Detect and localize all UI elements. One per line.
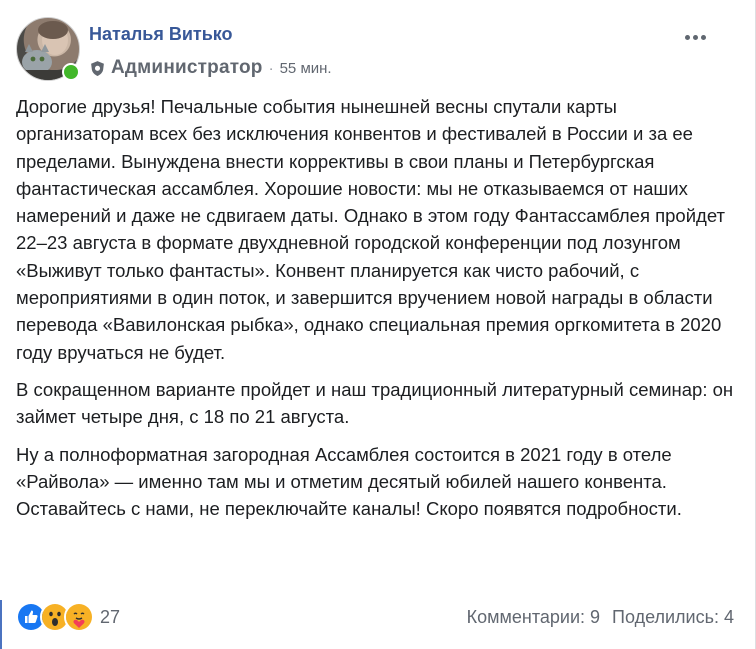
left-accent [0, 600, 2, 649]
post-body: Дорогие друзья! Печальные события нынешн… [16, 93, 734, 532]
ellipsis-icon [701, 35, 706, 40]
post-paragraph: Ну а полноформатная загородная Ассамблея… [16, 443, 682, 520]
post-paragraph: В сокращенном варианте пройдет и наш тра… [16, 378, 734, 428]
gear-shield-icon [91, 60, 104, 76]
post-meta: Администратор · 55 мин. [89, 56, 332, 80]
post-timestamp[interactable]: 55 мин. [280, 60, 332, 77]
online-status-dot [62, 63, 80, 81]
post-paragraph: Дорогие друзья! Печальные события нынешн… [16, 96, 725, 363]
ellipsis-icon [685, 35, 690, 40]
post-header: Наталья Витько Администратор · 55 мин. [16, 17, 736, 81]
more-options-button[interactable] [681, 31, 710, 44]
ellipsis-icon [693, 35, 698, 40]
reactions-summary[interactable]: 27 [16, 602, 120, 632]
author-name[interactable]: Наталья Витько [89, 24, 233, 45]
comments-count-link[interactable]: Комментарии: 9 [467, 607, 600, 628]
shares-count-link[interactable]: Поделились: 4 [612, 607, 734, 628]
care-icon [64, 602, 94, 632]
post-footer: 27 Комментарии: 9 Поделились: 4 [16, 600, 734, 634]
author-role: Администратор [111, 57, 263, 78]
reaction-count[interactable]: 27 [100, 607, 120, 628]
meta-separator: · [268, 59, 274, 77]
post-card: Наталья Витько Администратор · 55 мин. Д… [0, 0, 756, 649]
